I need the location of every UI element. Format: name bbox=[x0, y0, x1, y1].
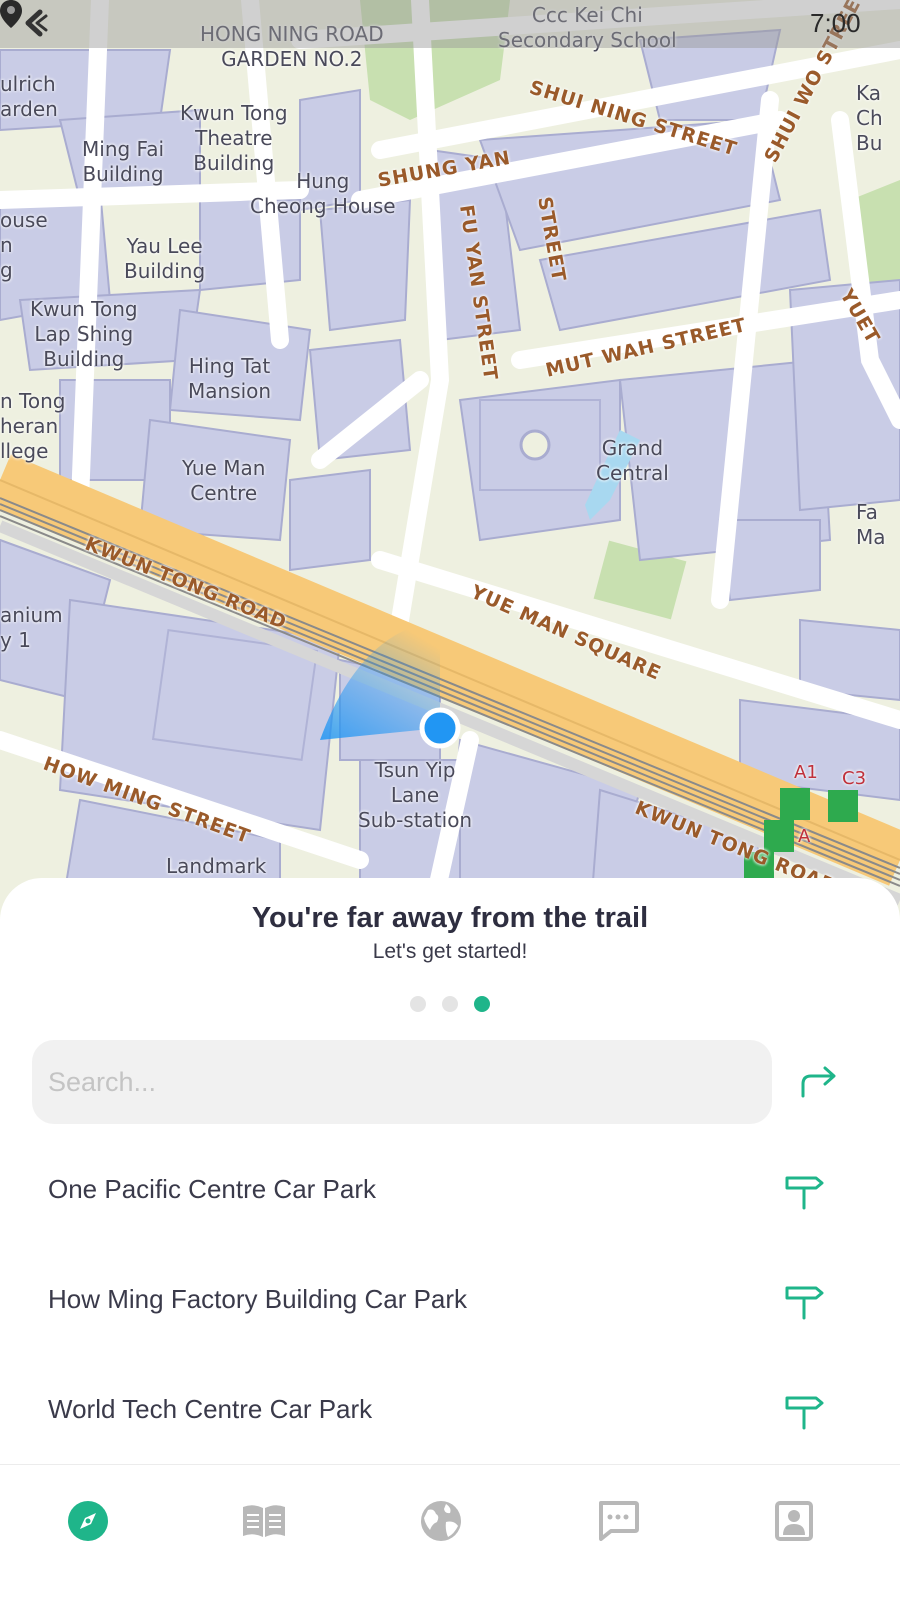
map-label-building: Fa Ma bbox=[856, 500, 886, 549]
sheet-subtitle: Let's get started! bbox=[372, 940, 528, 963]
bottom-navigation bbox=[0, 1464, 900, 1600]
signpost-icon bbox=[785, 1176, 824, 1210]
profile-icon bbox=[775, 1501, 813, 1541]
back-chevron-icon bbox=[25, 9, 48, 37]
search-input[interactable] bbox=[32, 1040, 772, 1124]
chat-icon bbox=[599, 1501, 639, 1541]
map-label-building: Ka Ch Bu bbox=[856, 81, 883, 155]
sheet-title: You're far away from the trail bbox=[251, 902, 649, 934]
signpost-icon bbox=[785, 1396, 824, 1430]
map-label-building: Landmark bbox=[166, 854, 267, 878]
list-item-label: One Pacific Centre Car Park bbox=[48, 1174, 377, 1204]
forward-arrow-icon bbox=[801, 1066, 836, 1098]
map-label-building: Tsun Yip Lane Sub-station bbox=[358, 758, 473, 832]
map-label-building: n Tong heran llege bbox=[0, 389, 66, 463]
map-label-building: ulrich arden bbox=[0, 72, 58, 121]
nav-explore[interactable] bbox=[58, 1491, 118, 1551]
list-item[interactable]: World Tech Centre Car Park bbox=[0, 1362, 900, 1462]
current-location-dot bbox=[419, 707, 461, 749]
status-time: 7:00 bbox=[810, 8, 861, 38]
list-item-label: World Tech Centre Car Park bbox=[48, 1394, 373, 1424]
map-label-building: Kwun Tong Theatre Building bbox=[180, 101, 288, 175]
bottom-sheet[interactable]: You're far away from the trail Let's get… bbox=[0, 878, 900, 1464]
page-indicator bbox=[0, 996, 900, 1012]
location-pin-icon bbox=[0, 0, 22, 28]
page-dot[interactable] bbox=[442, 996, 458, 1012]
status-bar: 7:00 bbox=[0, 0, 900, 48]
book-icon bbox=[243, 1505, 285, 1537]
map-label-building: Ming Fai Building bbox=[82, 137, 165, 186]
nav-world[interactable] bbox=[411, 1491, 471, 1551]
nav-guide[interactable] bbox=[234, 1491, 294, 1551]
page-dot[interactable] bbox=[410, 996, 426, 1012]
map-label-building: ouse n g bbox=[0, 208, 48, 282]
map-label-building: Yau Lee Building bbox=[124, 234, 206, 283]
map-label-building: Grand Central bbox=[596, 436, 669, 485]
map-label-exit: C3 bbox=[842, 768, 867, 789]
list-item-label: How Ming Factory Building Car Park bbox=[48, 1284, 468, 1314]
map-label-exit: A1 bbox=[794, 762, 818, 783]
globe-icon bbox=[421, 1501, 461, 1541]
map-view[interactable]: HONG NING ROAD GARDEN NO.2 Ccc Kei Chi Sec… bbox=[0, 0, 900, 920]
signpost-icon bbox=[785, 1286, 824, 1320]
compass-icon bbox=[68, 1501, 108, 1541]
page-dot-active[interactable] bbox=[474, 996, 490, 1012]
nav-messages[interactable] bbox=[588, 1491, 648, 1551]
back-button[interactable] bbox=[20, 8, 56, 40]
map-label-building: Kwun Tong Lap Shing Building bbox=[30, 297, 138, 371]
map-label-building: Yue Man Centre bbox=[182, 456, 266, 505]
list-item[interactable]: How Ming Factory Building Car Park bbox=[0, 1252, 900, 1352]
nav-profile[interactable] bbox=[764, 1491, 824, 1551]
route-button[interactable] bbox=[794, 1058, 844, 1104]
list-item[interactable]: One Pacific Centre Car Park bbox=[0, 1142, 900, 1242]
map-label-exit: A bbox=[798, 826, 811, 847]
map-label-building: Hung Cheong House bbox=[250, 169, 396, 218]
map-label-building: anium y 1 bbox=[0, 603, 63, 652]
map-label-building: Hing Tat Mansion bbox=[188, 354, 272, 403]
